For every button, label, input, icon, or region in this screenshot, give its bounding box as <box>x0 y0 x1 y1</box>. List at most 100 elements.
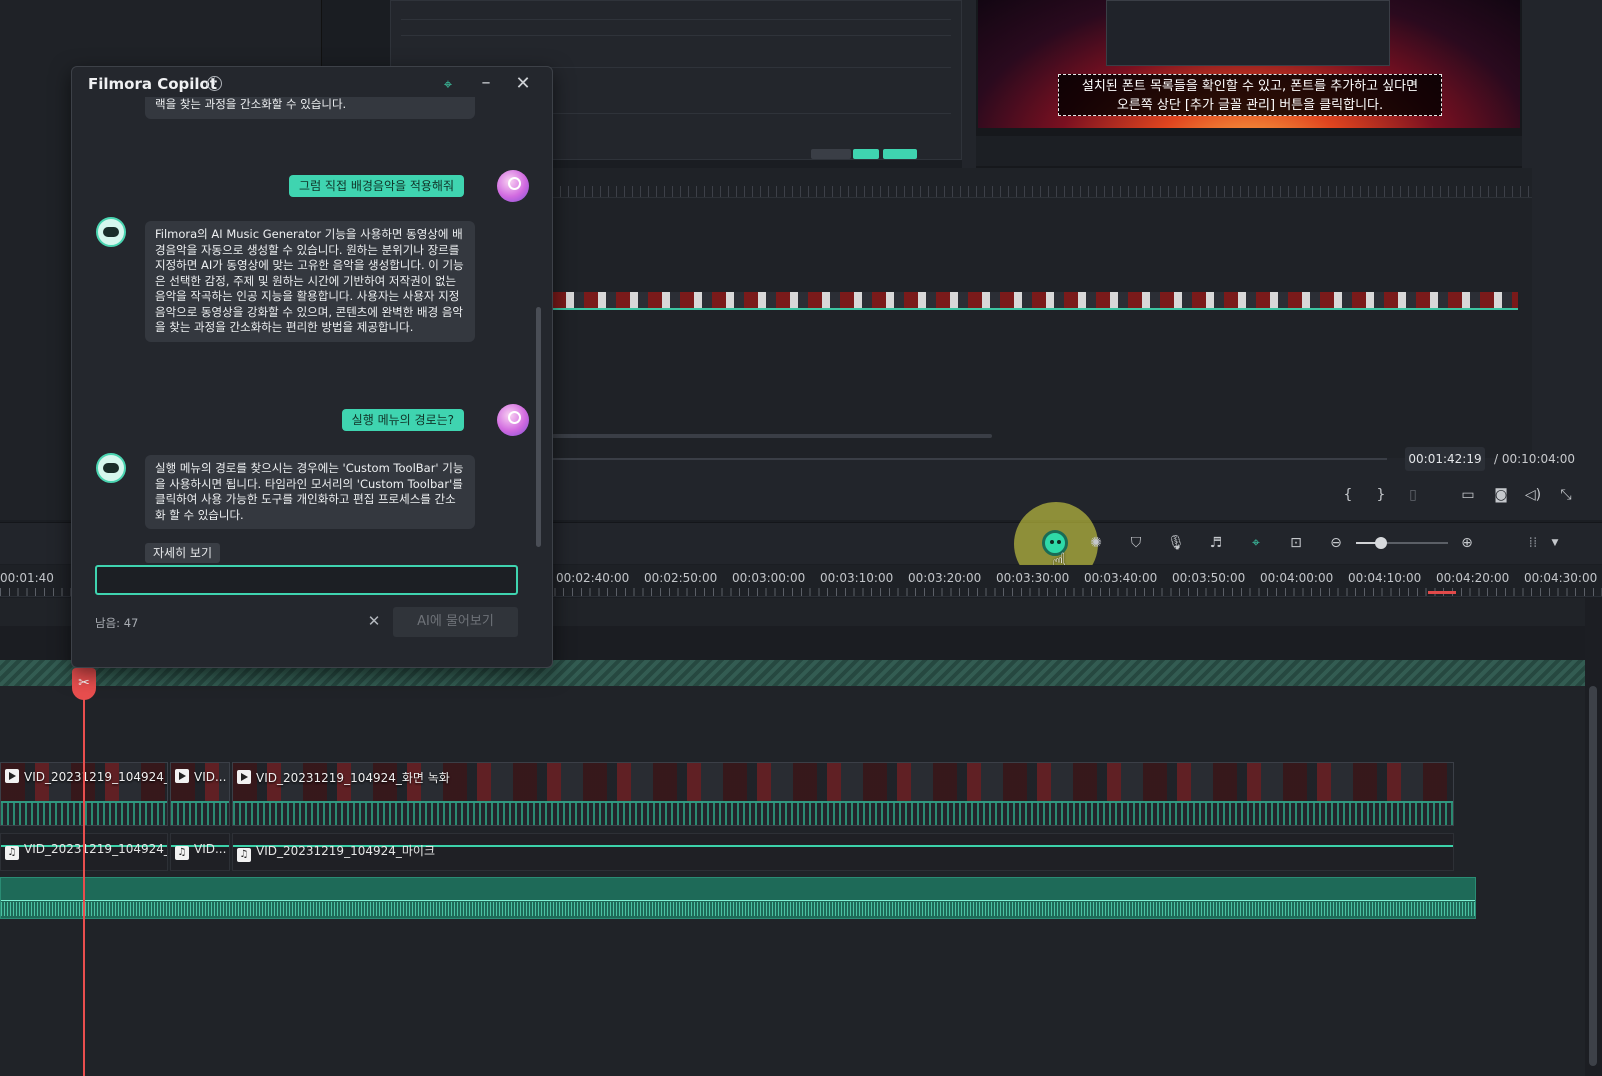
music-note-icon: ♫ <box>175 846 189 860</box>
ruler-label: 00:02:50:00 <box>644 571 718 585</box>
copilot-avatar <box>96 453 126 483</box>
clip-name: VID_20231219_104924_... <box>24 770 168 784</box>
user-message: 실행 메뉴의 경로는? <box>341 409 464 431</box>
clip-name: VID_20231219_104924_마이크 <box>256 844 435 858</box>
video-frame: 설치된 폰트 목록들을 확인할 수 있고, 폰트를 추가하고 싶다면 오른쪽 상… <box>978 0 1520 128</box>
split-icon[interactable]: ▯ <box>1400 482 1426 508</box>
clip-name: VID... <box>194 842 227 856</box>
user-avatar <box>497 170 529 202</box>
volume-icon[interactable]: ◁) <box>1520 482 1546 508</box>
pin-icon[interactable]: ⌖ <box>437 73 459 95</box>
ruler-label: 00:03:40:00 <box>1084 571 1158 585</box>
clip-name: VID... <box>194 770 227 784</box>
video-clip[interactable]: VID_20231219_104924_화면 녹화 <box>232 762 1454 826</box>
play-icon <box>5 769 19 783</box>
bot-message: 랙을 찾는 과정을 간소화할 수 있습니다. <box>145 97 475 119</box>
mini-scrollbar[interactable] <box>552 434 992 438</box>
subtitle-overlay[interactable]: 설치된 폰트 목록들을 확인할 수 있고, 폰트를 추가하고 싶다면 오른쪽 상… <box>1058 74 1442 116</box>
playhead[interactable] <box>83 668 85 1076</box>
clear-icon[interactable]: ✕ <box>365 612 383 630</box>
player-progress[interactable] <box>552 458 1387 460</box>
player-scrub-bar[interactable] <box>976 136 1522 166</box>
scrollbar-thumb[interactable] <box>1589 686 1597 1066</box>
ruler-label: 00:02:40:00 <box>556 571 630 585</box>
scissors-icon[interactable]: ✂ <box>72 668 96 700</box>
timeline-scrollbar[interactable] <box>1585 598 1602 1076</box>
bot-message: 실행 메뉴의 경로를 찾으시는 경우에는 'Custom ToolBar' 기능… <box>145 455 475 529</box>
clip-label: ♫ VID... <box>175 842 226 860</box>
snap-icon[interactable]: ⌖ <box>1243 530 1269 556</box>
divider <box>401 35 951 36</box>
mini-timeline <box>552 168 1532 458</box>
mark-in-icon[interactable]: { <box>1335 482 1361 508</box>
ruler-label: 00:01:40 <box>0 571 54 585</box>
player-preview: 설치된 폰트 목록들을 확인할 수 있고, 폰트를 추가하고 싶다면 오른쪽 상… <box>976 0 1522 168</box>
clip-waveform <box>233 801 1453 825</box>
user-avatar <box>497 404 529 436</box>
clip-label: VID_20231219_104924_화면 녹화 <box>237 769 450 786</box>
clip-label: ♫ VID_20231219_104924_마이크 <box>237 842 435 862</box>
zoom-slider-handle[interactable] <box>1375 537 1387 549</box>
ruler-label: 00:04:10:00 <box>1348 571 1422 585</box>
zoom-in-icon[interactable]: ⊕ <box>1454 530 1480 556</box>
apply-button[interactable] <box>883 149 917 159</box>
clip-name: VID_20231219_104924_화면 녹화 <box>256 771 450 785</box>
music-note-icon: ♫ <box>237 848 251 862</box>
chat-scrollbar[interactable] <box>536 307 541 547</box>
total-time: / 00:10:04:00 <box>1494 452 1576 466</box>
fullscreen-icon[interactable]: ⤡ <box>1553 482 1579 508</box>
clip-label: VID... <box>175 769 226 784</box>
layout-icon[interactable]: ⁞⁞ <box>1520 530 1546 556</box>
dialog-title: Filmora Copilot <box>88 75 218 93</box>
ask-ai-button[interactable]: AI에 물어보기 <box>393 607 518 637</box>
remaining-count: 남음: 47 <box>95 616 139 630</box>
current-time: 00:01:42:19 <box>1405 447 1485 471</box>
close-icon[interactable]: ✕ <box>512 73 534 95</box>
marker-icon[interactable]: ⛉ <box>1123 530 1149 556</box>
info-icon[interactable]: i <box>207 76 222 91</box>
ruler-label: 00:03:20:00 <box>908 571 982 585</box>
mark-out-icon[interactable]: } <box>1368 482 1394 508</box>
copilot-avatar <box>96 217 126 247</box>
divider <box>401 19 951 20</box>
clip-waveform <box>1 902 1475 916</box>
audio-volume-line <box>1 900 1475 901</box>
audio-mix-icon[interactable]: ♬ <box>1203 530 1229 556</box>
subtitle-line-2: 오른쪽 상단 [추가 글꼴 관리] 버튼을 클릭합니다. <box>1116 98 1384 113</box>
copilot-dialog: Filmora Copilot i ⌖ – ✕ 랙을 찾는 과정을 간소화할 수… <box>71 66 553 668</box>
fit-icon[interactable]: ⊡ <box>1283 530 1309 556</box>
mini-clip-strip[interactable] <box>552 292 1518 310</box>
snapshot-icon[interactable]: ◙ <box>1488 482 1514 508</box>
ok-button[interactable] <box>853 149 879 159</box>
mini-ruler <box>552 186 1532 198</box>
video-clip[interactable]: VID... <box>170 762 230 826</box>
subtitle-line-1: 설치된 폰트 목록들을 확인할 수 있고, 폰트를 추가하고 싶다면 <box>1081 79 1419 94</box>
range-marker <box>1428 591 1456 594</box>
minimize-button[interactable]: – <box>475 73 497 95</box>
audio-clip[interactable]: ♫ VID_20231219_104924_마이크 <box>232 833 1454 871</box>
question-input[interactable] <box>95 565 518 595</box>
ruler-label: 00:03:10:00 <box>820 571 894 585</box>
clip-name: VID_20231219_104924_... <box>24 842 168 856</box>
play-icon <box>175 769 189 783</box>
user-message: 그럼 직접 배경음악을 적용해줘 <box>289 175 464 197</box>
ruler-label: 00:04:20:00 <box>1436 571 1510 585</box>
ruler-label: 00:03:30:00 <box>996 571 1070 585</box>
more-button[interactable]: 자세히 보기 <box>145 543 221 563</box>
display-icon[interactable]: ▭ <box>1455 482 1481 508</box>
audio-clip[interactable]: ♫ VID... <box>170 833 230 871</box>
voiceover-icon[interactable]: 🎙 <box>1163 530 1189 556</box>
background-audio-clip[interactable] <box>0 877 1476 919</box>
auto-beat-icon[interactable]: ✺ <box>1083 530 1109 556</box>
ruler-label: 00:04:00:00 <box>1260 571 1334 585</box>
play-icon <box>237 770 251 784</box>
ruler-label: 00:03:50:00 <box>1172 571 1246 585</box>
keyframe-button[interactable] <box>811 149 851 159</box>
bot-message: Filmora의 AI Music Generator 기능을 사용하면 동영상… <box>145 221 475 342</box>
clip-label: ♫ VID_20231219_104924_... <box>5 842 168 860</box>
clip-waveform <box>171 801 229 825</box>
video-inner-window <box>1106 0 1390 66</box>
clip-label: VID_20231219_104924_... <box>5 769 168 784</box>
chevron-down-icon[interactable]: ▼ <box>1548 530 1562 556</box>
zoom-out-icon[interactable]: ⊖ <box>1323 530 1349 556</box>
